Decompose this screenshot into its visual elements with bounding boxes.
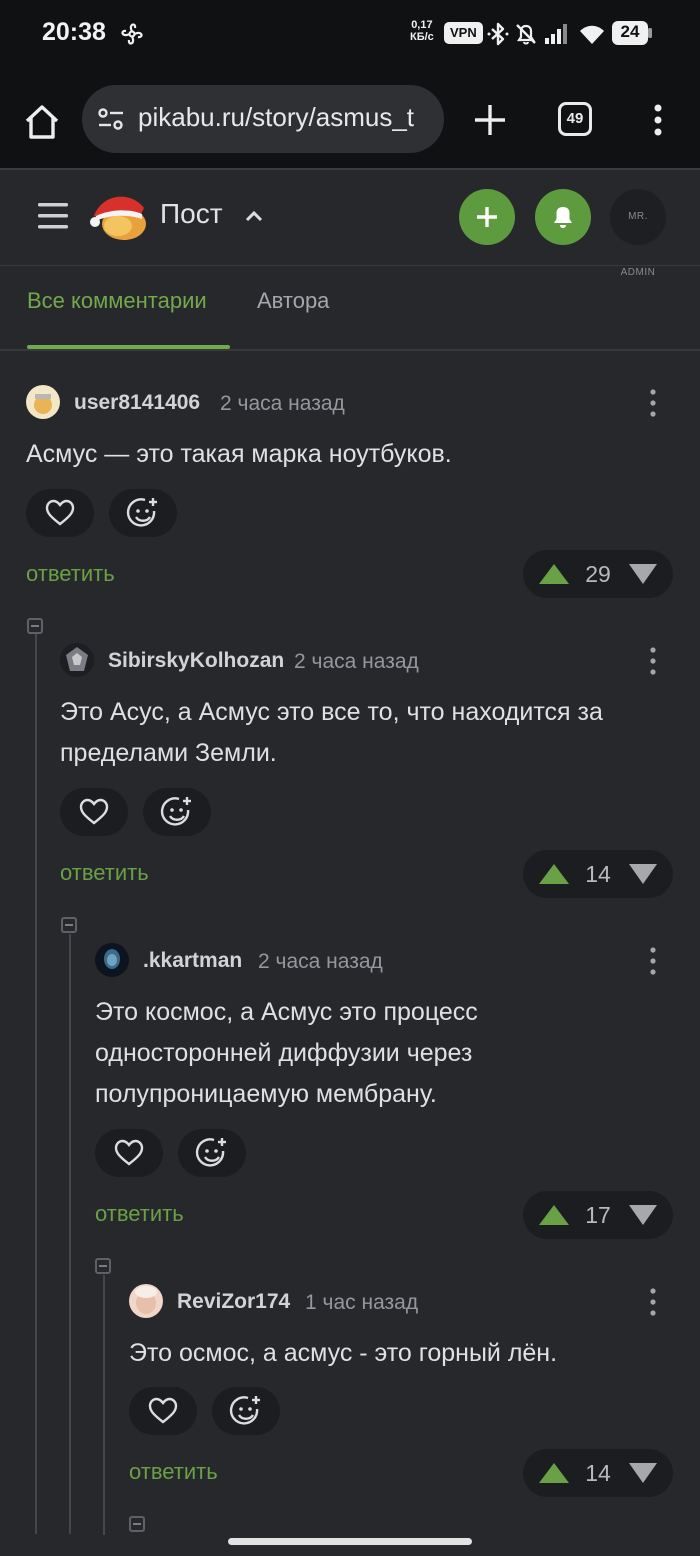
comment: ReviZor174 1 час назад Это осмос, а асму… — [0, 1279, 700, 1499]
rating-control: 29 — [523, 550, 673, 598]
avatar[interactable] — [95, 943, 129, 977]
emoji-add-icon — [160, 797, 191, 826]
upvote-icon[interactable] — [539, 1205, 569, 1225]
downvote-icon[interactable] — [629, 1463, 657, 1483]
comment-time: 2 часа назад — [220, 392, 345, 415]
network-speed: 0,17 КБ/с — [410, 19, 434, 43]
divider — [0, 349, 700, 351]
bell-icon — [554, 207, 572, 228]
like-button[interactable] — [60, 788, 128, 836]
add-reaction-button[interactable] — [109, 489, 177, 537]
reply-link[interactable]: ответить — [60, 860, 149, 886]
fan-icon — [121, 23, 143, 45]
plus-icon — [477, 207, 497, 227]
comment-time: 2 часа назад — [258, 950, 383, 973]
heart-icon — [148, 1397, 178, 1424]
emoji-add-icon — [229, 1396, 260, 1425]
comment-text: Это Асус, а Асмус это все то, что находи… — [60, 698, 603, 767]
more-vert-icon[interactable] — [648, 100, 668, 140]
emoji-add-icon — [195, 1138, 226, 1167]
collapse-thread-button[interactable] — [129, 1516, 145, 1532]
downvote-icon[interactable] — [629, 1205, 657, 1225]
tab-all-comments[interactable]: Все комментарии — [27, 288, 207, 314]
add-post-button[interactable] — [459, 189, 515, 245]
vpn-badge: VPN — [444, 22, 483, 44]
signal-icon — [545, 24, 567, 44]
bluetooth-icon — [487, 22, 509, 46]
user-avatar[interactable]: MR. ADMIN — [610, 189, 666, 278]
pikabu-logo-icon[interactable] — [88, 186, 150, 248]
notifications-off-icon — [516, 24, 536, 45]
rating-count: 14 — [585, 1460, 611, 1486]
comment-time: 2 часа назад — [294, 650, 419, 673]
reply-link[interactable]: ответить — [129, 1459, 218, 1485]
comment: SibirskyKolhozan 2 часа назад Это Асус, … — [0, 638, 700, 898]
comment-username[interactable]: ReviZor174 — [177, 1290, 290, 1314]
more-vert-icon[interactable] — [648, 646, 658, 676]
collapse-thread-button[interactable] — [61, 917, 77, 933]
comment-username[interactable]: user8141406 — [74, 391, 200, 415]
comment-text: Это осмос, а асмус - это горный лён. — [129, 1339, 558, 1367]
battery-level: 24 — [620, 22, 640, 41]
gesture-navigation-bar[interactable] — [228, 1538, 472, 1545]
avatar[interactable] — [129, 1284, 163, 1318]
collapse-thread-button[interactable] — [27, 618, 43, 634]
like-button[interactable] — [95, 1129, 163, 1177]
heart-icon — [45, 499, 75, 526]
reply-link[interactable]: ответить — [95, 1201, 184, 1227]
collapse-thread-button[interactable] — [95, 1258, 111, 1274]
rating-control: 17 — [523, 1191, 673, 1239]
chevron-up-icon[interactable] — [243, 205, 265, 227]
add-reaction-button[interactable] — [212, 1387, 280, 1435]
comment-text: Это космос, а Асмус это процесс одностор… — [95, 998, 478, 1108]
new-tab-icon[interactable] — [470, 100, 510, 140]
url-text[interactable]: pikabu.ru/story/asmus_t — [138, 102, 434, 133]
more-vert-icon[interactable] — [648, 388, 658, 418]
avatar[interactable] — [26, 385, 60, 419]
status-time: 20:38 — [42, 18, 106, 46]
add-reaction-button[interactable] — [143, 788, 211, 836]
more-vert-icon[interactable] — [648, 946, 658, 976]
upvote-icon[interactable] — [539, 564, 569, 584]
like-button[interactable] — [129, 1387, 197, 1435]
comment-text: Асмус — это такая марка ноутбуков. — [26, 440, 452, 468]
home-icon[interactable] — [20, 100, 64, 144]
network-speed-value: 0,17 — [411, 19, 433, 31]
comment-username[interactable]: SibirskyKolhozan — [108, 649, 284, 673]
rating-control: 14 — [523, 1449, 673, 1497]
site-settings-icon[interactable] — [96, 104, 126, 134]
reply-link[interactable]: ответить — [26, 561, 115, 587]
heart-icon — [114, 1139, 144, 1166]
add-reaction-button[interactable] — [178, 1129, 246, 1177]
upvote-icon[interactable] — [539, 864, 569, 884]
rating-count: 17 — [585, 1202, 611, 1228]
tab-author[interactable]: Автора — [257, 288, 329, 314]
rating-count: 14 — [585, 861, 611, 887]
rating-control: 14 — [523, 850, 673, 898]
wifi-icon — [580, 25, 604, 44]
hamburger-menu-icon[interactable] — [36, 199, 70, 233]
like-button[interactable] — [26, 489, 94, 537]
page-title[interactable]: Пост — [160, 198, 223, 230]
comment-username[interactable]: .kkartman — [143, 949, 242, 973]
heart-icon — [79, 798, 109, 825]
avatar[interactable] — [60, 643, 94, 677]
tab-switcher-button[interactable]: 49 — [558, 102, 592, 136]
comment: .kkartman 2 часа назад Это космос, а Асм… — [0, 938, 700, 1239]
comment-time: 1 час назад — [305, 1291, 419, 1314]
emoji-add-icon — [126, 498, 157, 527]
rating-count: 29 — [585, 561, 611, 587]
notifications-button[interactable] — [535, 189, 591, 245]
more-vert-icon[interactable] — [648, 1287, 658, 1317]
network-speed-unit: КБ/с — [410, 31, 434, 43]
downvote-icon[interactable] — [629, 864, 657, 884]
upvote-icon[interactable] — [539, 1463, 569, 1483]
downvote-icon[interactable] — [629, 564, 657, 584]
comment: user8141406 2 часа назад Асмус — это так… — [0, 380, 700, 600]
